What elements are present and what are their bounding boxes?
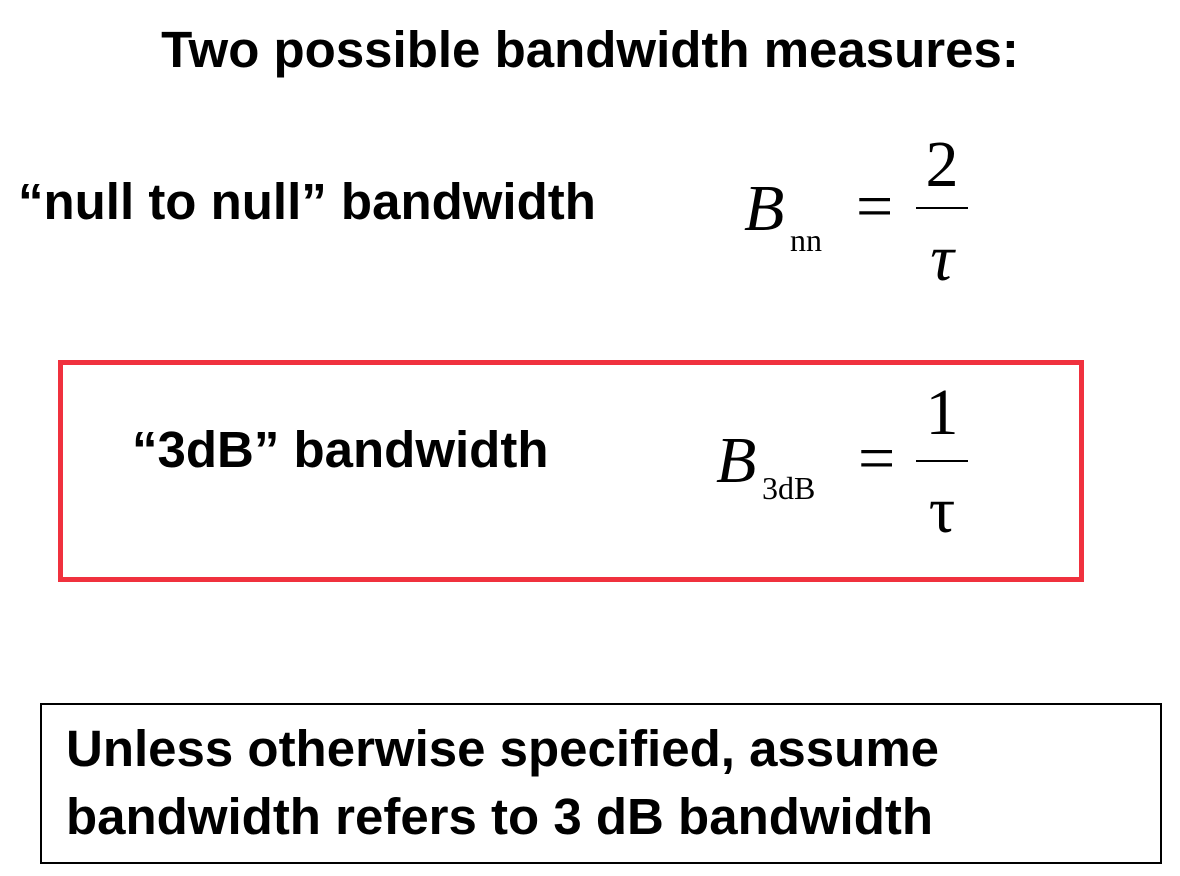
null-to-null-label: “null to null” bandwidth xyxy=(18,173,596,230)
formula-subscript-nn: nn xyxy=(790,222,822,258)
formula-equals: = xyxy=(858,422,896,495)
formula-subscript-3db: 3dB xyxy=(762,470,816,506)
formula-numerator: 1 xyxy=(925,376,959,449)
slide-title: Two possible bandwidth measures: xyxy=(161,21,1019,78)
fraction-bar xyxy=(916,460,968,462)
three-db-label: “3dB” bandwidth xyxy=(132,421,549,478)
note-line-2: bandwidth refers to 3 dB bandwidth xyxy=(66,788,933,845)
fraction-bar xyxy=(916,207,968,209)
formula-denominator-tau: τ xyxy=(930,222,954,295)
note-line-1: Unless otherwise specified, assume xyxy=(66,720,940,777)
formula-denominator-tau: τ xyxy=(928,474,956,547)
formula-symbol-b: B xyxy=(716,424,757,497)
formula-equals: = xyxy=(856,170,894,243)
formula-symbol-b: B xyxy=(744,172,785,245)
formula-numerator: 2 xyxy=(925,128,959,201)
